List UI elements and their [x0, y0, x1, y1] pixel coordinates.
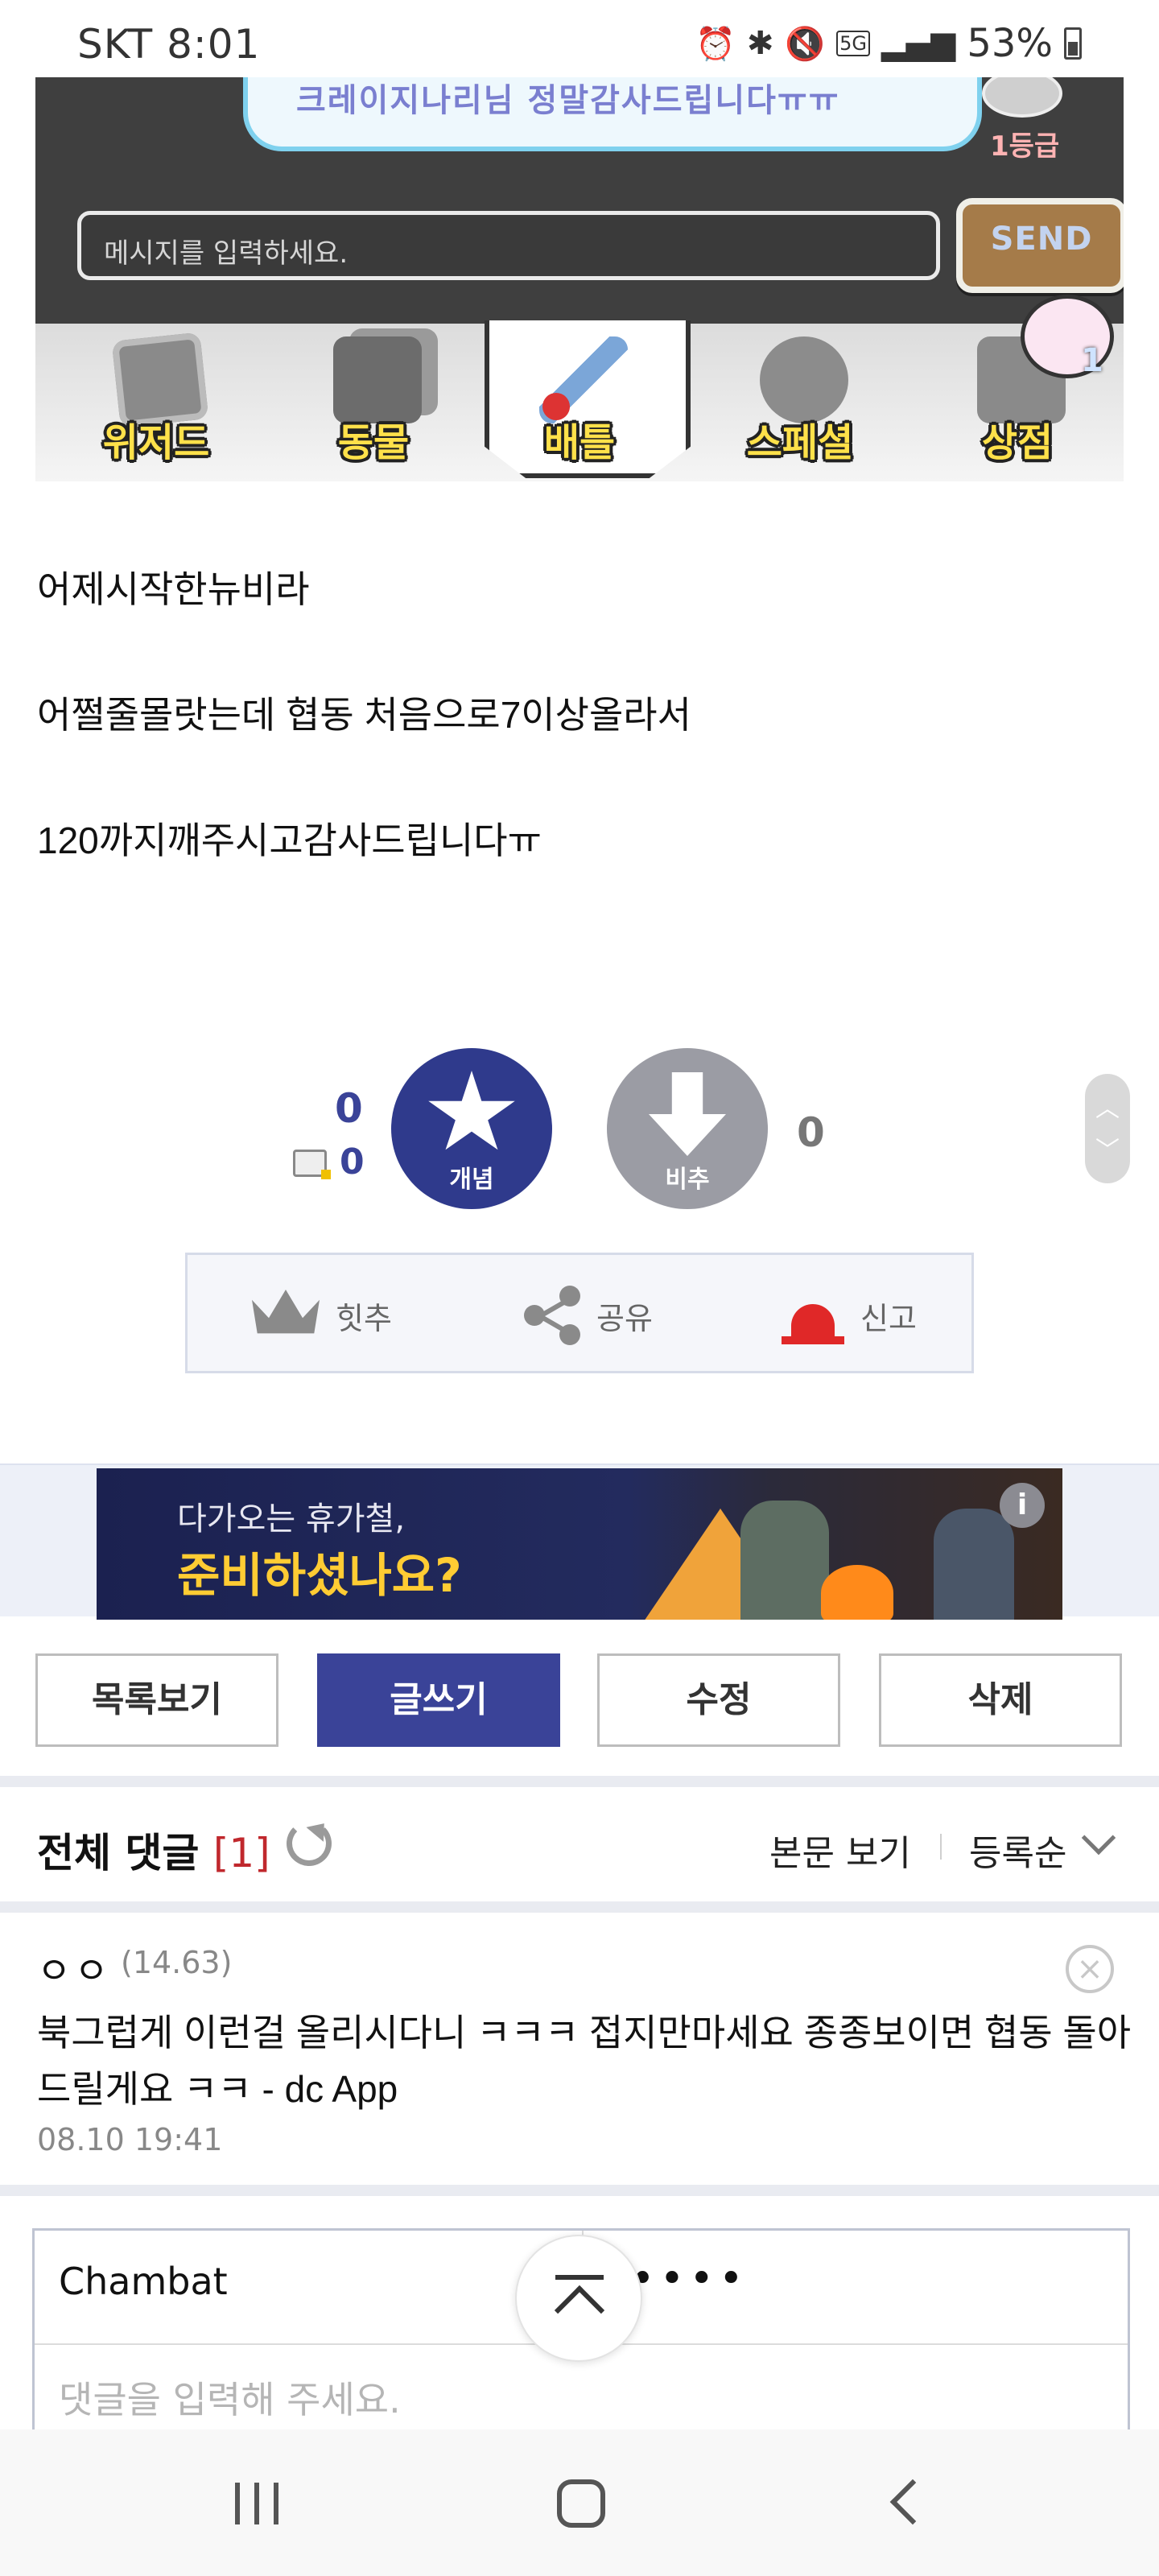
scroll-down-icon[interactable]: ﹀ — [1085, 1130, 1130, 1166]
system-navigation-bar — [0, 2429, 1159, 2576]
downvote-button[interactable]: 비추 — [607, 1048, 768, 1209]
edit-button[interactable]: 수정 — [597, 1653, 840, 1747]
post-image-game-screenshot: 크레이지나리님 정말감사드립니다ㅠㅠ 1등급 메시지를 입력하세요. SEND … — [35, 77, 1124, 481]
game-tab-special: 스페셜 — [711, 324, 889, 481]
downvote-label: 비추 — [665, 1166, 710, 1194]
game-grade-label: 1등급 — [990, 130, 1060, 163]
status-carrier-time: SKT 8:01 — [77, 21, 260, 68]
list-button[interactable]: 목록보기 — [35, 1653, 278, 1747]
password-field[interactable]: •••• — [630, 2255, 749, 2303]
recents-icon[interactable] — [235, 2483, 283, 2524]
game-send-label: SEND — [990, 221, 1093, 258]
game-tab-label: 동물 — [337, 420, 410, 465]
ad-headline: 준비하셨나요? — [177, 1548, 462, 1603]
mute-icon: 🔇 — [785, 25, 826, 63]
comment-author: ㅇㅇ — [37, 1949, 112, 1992]
comments-title: 전체 댓글 [1] — [37, 1821, 270, 1879]
write-button[interactable]: 글쓰기 — [317, 1653, 560, 1747]
carrier: SKT — [77, 21, 154, 68]
upvote-count: 0 — [335, 1085, 363, 1132]
game-tab-label: 상점 — [981, 420, 1054, 465]
game-tab-bar: 위저드 동물 배틀 스페셜 상점 — [35, 320, 1124, 481]
header-separator — [940, 1834, 942, 1860]
upvote-label: 개념 — [449, 1166, 494, 1194]
section-divider — [0, 1776, 1159, 1787]
top-bar-icon — [555, 2275, 604, 2280]
report-button[interactable]: 신고 — [782, 1255, 917, 1376]
nickname-field[interactable]: Chambat — [59, 2260, 228, 2303]
downvote-count: 0 — [797, 1109, 825, 1156]
scroll-up-icon[interactable]: ︿ — [1085, 1088, 1130, 1124]
post-text-line: 120까지깨주시고감사드립니다ㅠ — [37, 819, 542, 861]
game-tab-label: 위저드 — [102, 420, 210, 465]
game-message-placeholder: 메시지를 입력하세요. — [104, 237, 349, 270]
game-send-button: SEND — [956, 198, 1124, 293]
post-text-line: 어제시작한뉴비라 — [37, 568, 310, 610]
game-message-input: 메시지를 입력하세요. — [77, 211, 940, 280]
share-button[interactable]: 공유 — [524, 1255, 653, 1376]
camper-image — [934, 1509, 1014, 1620]
game-chat-bubble: 크레이지나리님 정말감사드립니다ㅠㅠ — [243, 77, 982, 151]
avatar: 1 — [1021, 295, 1114, 379]
ad-banner[interactable]: 다가오는 휴가철, 준비하셨나요? i — [97, 1468, 1062, 1620]
siren-icon — [782, 1286, 844, 1344]
game-tab-wizard: 위저드 — [68, 324, 245, 481]
chevron-down-icon[interactable] — [1081, 1820, 1116, 1856]
hit-recommend-label: 힛추 — [336, 1300, 392, 1336]
status-bar: SKT 8:01 ⏰ ✱ 🔇 5G ▂▄▆ 53% — [0, 0, 1159, 77]
game-tab-battle: 배틀 — [485, 320, 691, 481]
comment-date: 08.10 19:41 — [37, 2122, 223, 2157]
game-chat-panel: 크레이지나리님 정말감사드립니다ㅠㅠ 1등급 메시지를 입력하세요. SEND — [35, 77, 1124, 324]
fixed-vote-count: 0 — [340, 1141, 365, 1183]
upvote-button[interactable]: 개념 — [391, 1048, 552, 1209]
delete-comment-icon[interactable]: × — [1066, 1945, 1114, 1993]
delete-button[interactable]: 삭제 — [879, 1653, 1122, 1747]
status-icons: ⏰ ✱ 🔇 5G ▂▄▆ 53% — [695, 21, 1082, 66]
refresh-icon[interactable] — [287, 1821, 332, 1866]
scroll-to-top-button[interactable] — [515, 2235, 642, 2362]
battery-icon — [1064, 27, 1082, 60]
sort-dropdown[interactable]: 등록순 — [969, 1824, 1066, 1876]
bluetooth-icon: ✱ — [746, 25, 774, 62]
camper-image — [740, 1501, 829, 1620]
comments-title-text: 전체 댓글 — [37, 1830, 200, 1876]
crown-icon — [252, 1290, 320, 1334]
down-arrow-icon — [649, 1072, 726, 1156]
battery-percent: 53% — [967, 21, 1053, 66]
section-divider — [0, 1901, 1159, 1913]
back-icon[interactable] — [889, 2479, 936, 2525]
network-5g-icon: 5G — [836, 31, 871, 56]
section-divider — [0, 2185, 1159, 2196]
game-tab-label: 배틀 — [543, 420, 616, 465]
share-icon — [524, 1286, 580, 1345]
hit-recommend-button[interactable]: 힛추 — [252, 1255, 392, 1376]
ad-info-icon[interactable]: i — [1000, 1483, 1045, 1528]
game-chat-text: 크레이지나리님 정말감사드립니다ㅠㅠ — [296, 82, 840, 119]
campfire-image — [821, 1565, 893, 1620]
chevron-up-icon — [554, 2285, 605, 2336]
alarm-icon: ⏰ — [695, 25, 736, 63]
ad-subtitle: 다가오는 휴가철, — [177, 1501, 406, 1538]
game-tab-label: 스페셜 — [746, 420, 854, 465]
view-post-link[interactable]: 본문 보기 — [769, 1824, 911, 1876]
avatar-level: 1 — [1081, 342, 1103, 379]
home-icon[interactable] — [557, 2479, 605, 2528]
comment-text: 북그럽게 이런걸 올리시다니 ㅋㅋㅋ 접지만마세요 종종보이면 협동 돌아드릴게… — [37, 2012, 1132, 2110]
share-label: 공유 — [596, 1300, 653, 1336]
scroll-navigator[interactable]: ︿ ﹀ — [1085, 1074, 1130, 1183]
game-tab-animal: 동물 — [285, 324, 462, 481]
fixed-vote-icon — [293, 1150, 331, 1179]
comment-input[interactable]: 댓글을 입력해 주세요. — [59, 2371, 401, 2424]
signal-icon: ▂▄▆ — [881, 25, 956, 62]
report-label: 신고 — [860, 1300, 917, 1336]
comment-ip: (14.63) — [121, 1945, 233, 1980]
post-action-bar: 힛추 공유 신고 — [185, 1253, 974, 1373]
comments-count: [1] — [212, 1830, 270, 1876]
post-text-line: 어쩔줄몰랏는데 협동 처음으로7이상올라서 — [37, 694, 691, 736]
star-icon — [428, 1071, 515, 1150]
grade-medal-icon — [982, 77, 1062, 118]
clock: 8:01 — [167, 21, 261, 68]
